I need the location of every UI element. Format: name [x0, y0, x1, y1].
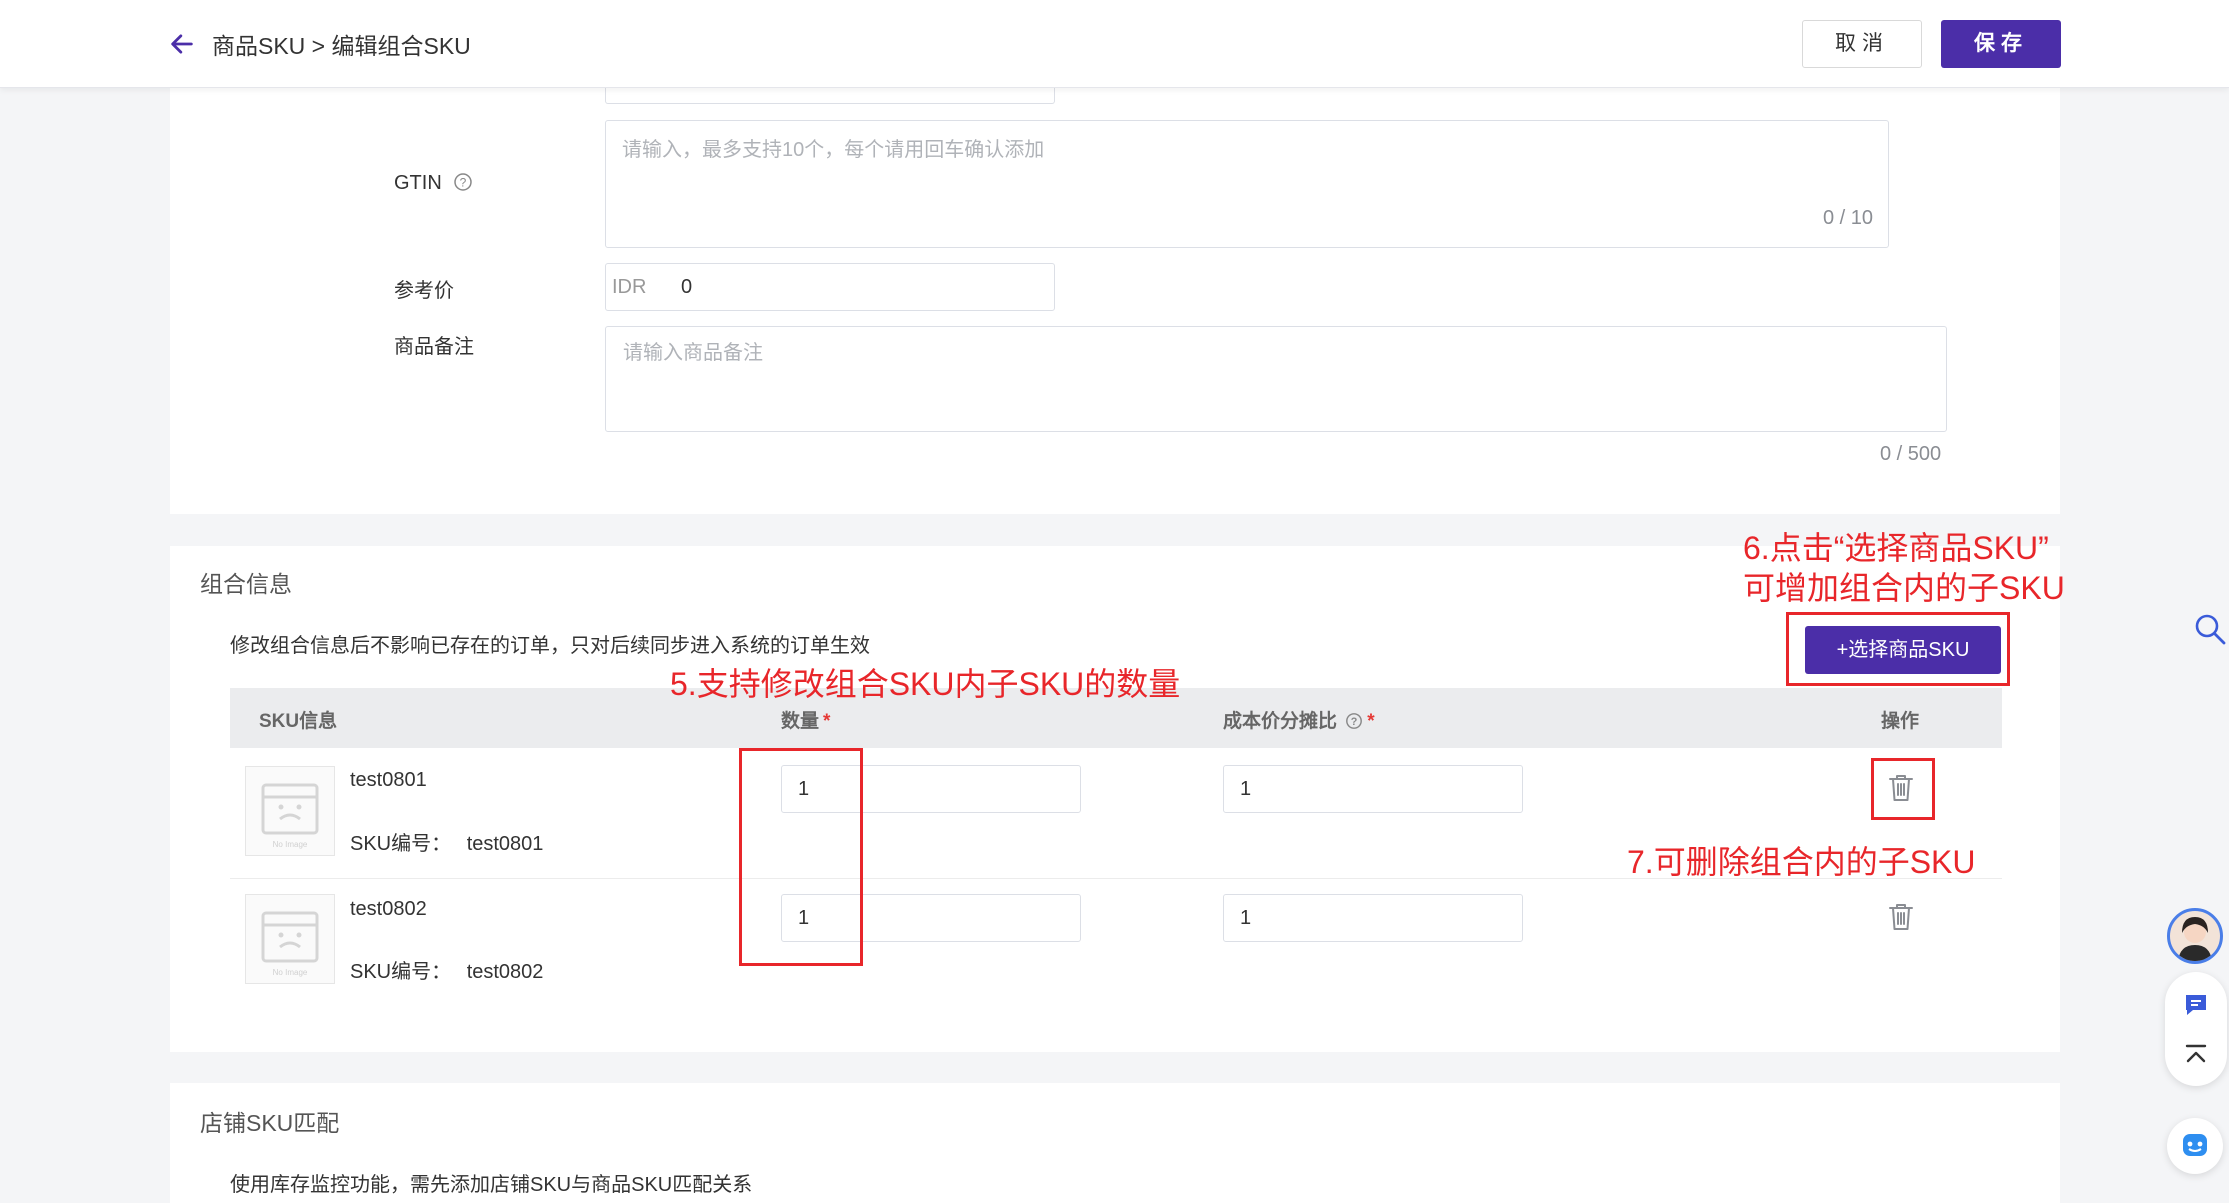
sku-thumbnail: No Image	[245, 894, 335, 984]
help-icon[interactable]: ?	[1345, 712, 1363, 730]
assistant-button[interactable]	[2167, 1118, 2223, 1174]
svg-text:No Image: No Image	[273, 968, 308, 977]
remark-input[interactable]: 请输入商品备注	[605, 326, 1947, 432]
sku-name: test0801	[350, 769, 427, 791]
gtin-label: GTIN ?	[394, 172, 473, 195]
sku-thumbnail: No Image	[245, 766, 335, 856]
side-toolbar	[2165, 972, 2227, 1086]
sku-name: test0802	[350, 898, 427, 920]
annotation-quantity-box	[739, 748, 863, 966]
annotation-step7: 7.可删除组合内的子SKU	[1627, 844, 1976, 880]
chat-icon[interactable]	[2181, 990, 2211, 1020]
required-mark: *	[823, 711, 831, 732]
search-icon[interactable]	[2193, 612, 2227, 646]
gtin-label-text: GTIN	[394, 172, 442, 194]
remark-placeholder: 请输入商品备注	[623, 342, 763, 364]
support-avatar[interactable]	[2167, 908, 2223, 964]
col-actions: 操作	[1881, 711, 1920, 732]
cost-ratio-input[interactable]: 1	[1223, 765, 1523, 813]
col-cost-ratio-label: 成本价分摊比	[1223, 711, 1338, 732]
reference-price-input[interactable]: IDR 0	[605, 263, 1055, 311]
col-sku-info: SKU信息	[259, 711, 338, 732]
col-quantity: 数量 *	[781, 706, 830, 733]
col-cost-ratio: 成本价分摊比 ? *	[1223, 706, 1375, 733]
avatar-image	[2178, 917, 2212, 961]
annotation-delete-box	[1871, 758, 1935, 820]
svg-text:?: ?	[1351, 716, 1358, 728]
annotation-select-box	[1786, 612, 2010, 686]
reference-price-label: 参考价	[394, 280, 454, 302]
store-match-description: 使用库存监控功能，需先添加店铺SKU与商品SKU匹配关系	[230, 1174, 753, 1196]
gtin-counter: 0 / 10	[1822, 207, 1873, 229]
required-mark: *	[1367, 711, 1375, 732]
remark-counter: 0 / 500	[1880, 443, 1942, 465]
help-icon[interactable]: ?	[453, 172, 473, 192]
annotation-step6-line2: 可增加组合内的子SKU	[1743, 570, 2065, 606]
sku-code-value: test0801	[466, 833, 544, 855]
remark-label: 商品备注	[394, 336, 474, 358]
svg-text:No Image: No Image	[273, 840, 308, 849]
assistant-icon	[2183, 1134, 2207, 1156]
annotation-step5: 5.支持修改组合SKU内子SKU的数量	[670, 666, 1181, 702]
back-to-top-icon[interactable]	[2181, 1040, 2211, 1070]
sku-code-label: SKU编号：	[350, 833, 452, 855]
no-image-icon: No Image	[261, 783, 319, 849]
col-quantity-label: 数量	[781, 711, 820, 732]
store-match-title: 店铺SKU匹配	[200, 1110, 340, 1136]
sku-code: SKU编号： test0802	[350, 955, 543, 984]
sku-code: SKU编号： test0801	[350, 827, 543, 856]
cancel-button[interactable]: 取消	[1802, 20, 1922, 68]
save-button[interactable]: 保存	[1941, 20, 2061, 68]
svg-text:?: ?	[460, 176, 467, 190]
gtin-input[interactable]: 请输入，最多支持10个，每个请用回车确认添加 0 / 10	[605, 120, 1889, 248]
no-image-icon: No Image	[261, 911, 319, 977]
reference-price-value: 0	[681, 276, 693, 298]
top-bar: 商品SKU > 编辑组合SKU 取消 保存	[0, 0, 2229, 88]
currency-prefix: IDR	[612, 276, 647, 298]
sku-code-value: test0802	[466, 961, 544, 983]
combo-section-title: 组合信息	[200, 571, 292, 597]
gtin-placeholder: 请输入，最多支持10个，每个请用回车确认添加	[622, 139, 1045, 161]
delete-icon[interactable]	[1888, 902, 1914, 932]
combo-description: 修改组合信息后不影响已存在的订单，只对后续同步进入系统的订单生效	[230, 635, 870, 657]
breadcrumb: 商品SKU > 编辑组合SKU	[212, 33, 471, 59]
cost-ratio-input[interactable]: 1	[1223, 894, 1523, 942]
back-arrow-icon[interactable]	[168, 30, 196, 58]
sku-code-label: SKU编号：	[350, 961, 452, 983]
